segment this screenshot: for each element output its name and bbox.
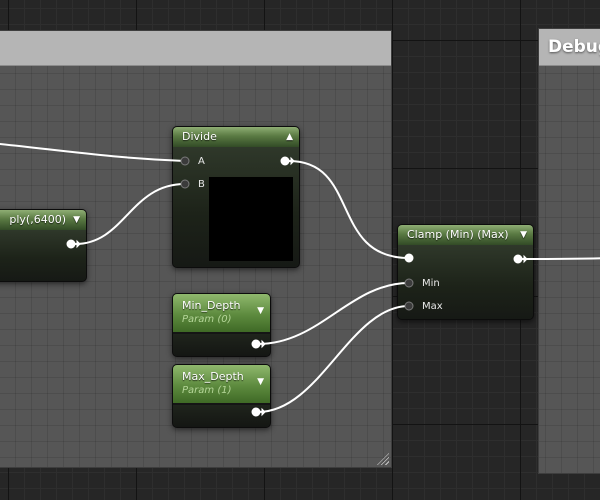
min-depth-output-arrow-icon [261,339,266,349]
wire-divide-to-clamp[interactable] [288,160,410,259]
clamp-input-min-pin[interactable] [404,278,414,288]
max-depth-output-pin[interactable] [251,407,261,417]
multiply-output-arrow-icon [76,239,81,249]
wire-offscreen-to-divide-a[interactable] [0,143,186,162]
clamp-input-max-pin[interactable] [404,301,414,311]
wire-multiply-to-divide-b[interactable] [74,183,186,245]
wire-max-depth-to-clamp-max[interactable] [257,305,410,413]
clamp-output-pin[interactable] [513,254,523,264]
divide-input-a-pin[interactable] [180,156,190,166]
wire-min-depth-to-clamp-min[interactable] [257,282,410,345]
max-depth-output-arrow-icon [261,407,266,417]
clamp-input-pin[interactable] [404,253,414,263]
node-graph-wires [0,143,600,417]
divide-output-pin[interactable] [280,156,290,166]
clamp-output-arrow-icon [523,254,528,264]
divide-input-b-pin[interactable] [180,179,190,189]
divide-output-arrow-icon [290,156,295,166]
wire-clamp-to-debug[interactable] [517,257,600,260]
min-depth-output-pin[interactable] [251,339,261,349]
multiply-output-pin[interactable] [66,239,76,249]
